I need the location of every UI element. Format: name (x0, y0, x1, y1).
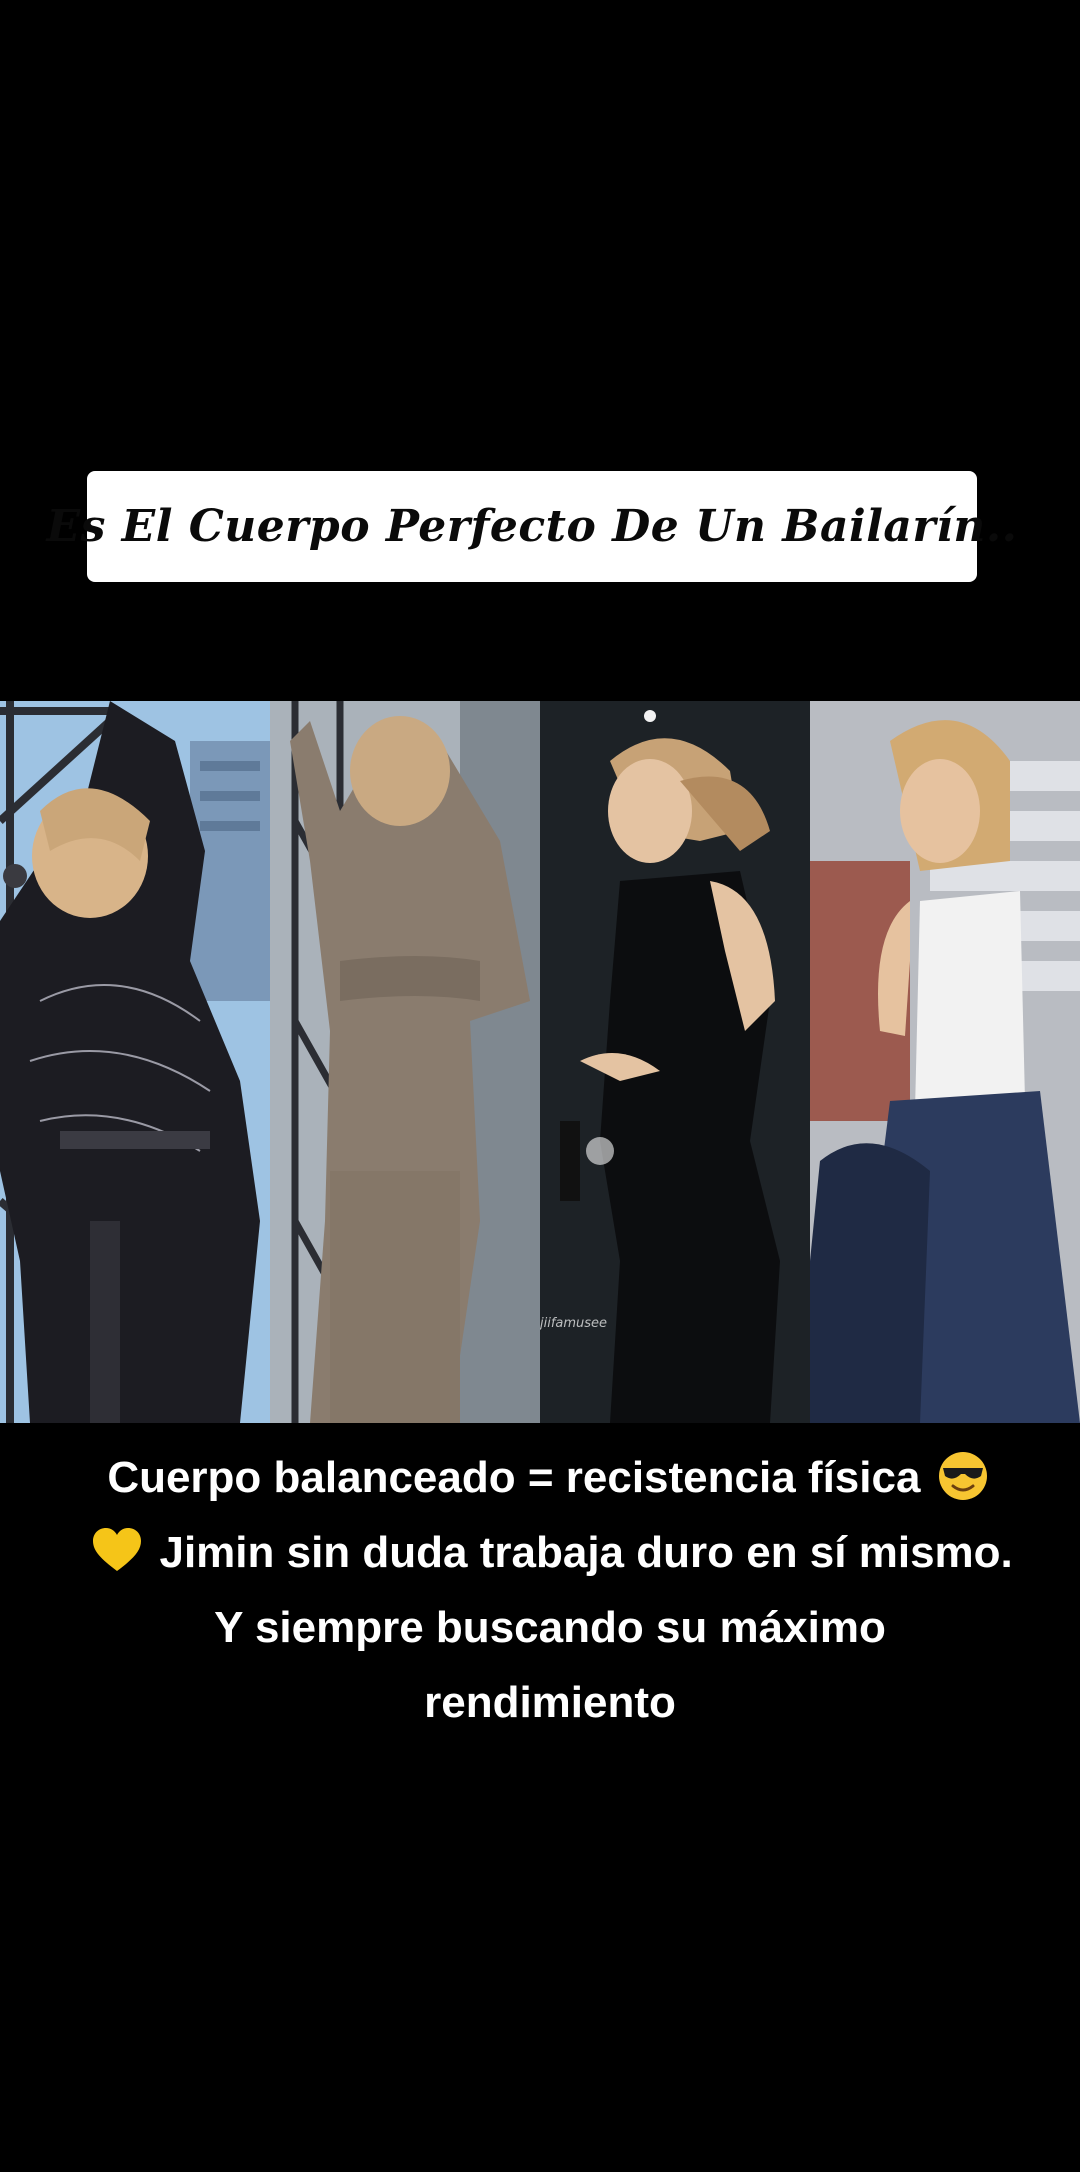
photo-panel-4 (810, 701, 1080, 1423)
caption-text-block: Cuerpo balanceado = recistencia física J… (40, 1440, 1060, 1740)
photo-panel-2 (270, 701, 540, 1423)
caption-line-4: rendimiento (424, 1678, 676, 1727)
caption-line-1-text: Cuerpo balanceado = recistencia física (107, 1453, 921, 1502)
photo-panel-1 (0, 701, 270, 1423)
photo-panel-3: jiifamusee (540, 701, 810, 1423)
caption-line-1: Cuerpo balanceado = recistencia física (40, 1440, 1060, 1515)
caption-line-3: Y siempre buscando su máximo (214, 1603, 886, 1652)
title-text: Es El Cuerpo Perfecto De Un Bailarín.. (46, 501, 1018, 552)
caption-line-2-text: Jimin sin duda trabaja duro en sí mismo. (159, 1528, 1013, 1577)
title-banner: Es El Cuerpo Perfecto De Un Bailarín.. (47, 471, 1017, 582)
photo-collage: jiifamusee (0, 701, 1080, 1423)
watermark-text: jiifamusee (540, 1316, 608, 1331)
yellow-heart-icon (93, 1528, 142, 1572)
sunglasses-face-icon (938, 1452, 987, 1501)
caption-line-2: Jimin sin duda trabaja duro en sí mismo. (40, 1515, 1060, 1590)
